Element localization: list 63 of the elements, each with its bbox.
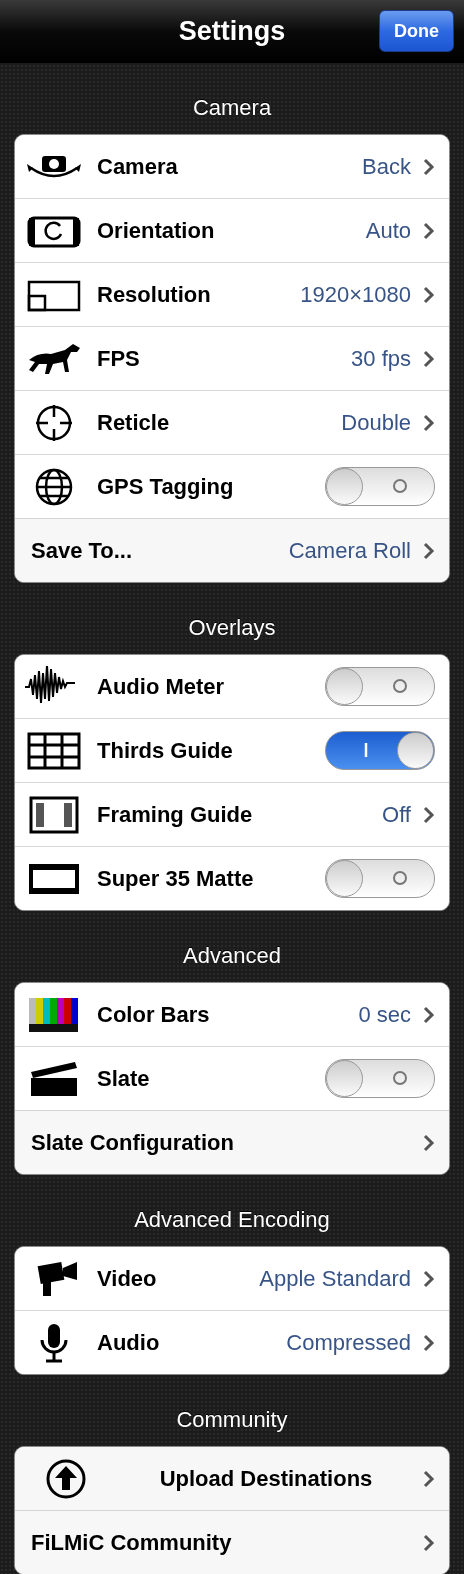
chevron-icon	[423, 1269, 435, 1288]
row-label: Upload Destinations	[158, 1465, 374, 1492]
section-header: Advanced Encoding	[133, 1206, 331, 1234]
settings-row[interactable]: Audio Compressed	[15, 1310, 449, 1374]
row-label: Color Bars	[97, 1001, 210, 1028]
chevron-icon	[423, 1533, 435, 1552]
chevron-icon	[423, 541, 435, 560]
row-value: Apple Standard	[259, 1265, 411, 1292]
row-value: Off	[382, 801, 411, 828]
row-label: Save To...	[31, 537, 133, 564]
section-header: Community	[175, 1406, 289, 1434]
settings-row[interactable]: Slate Configuration	[15, 1110, 449, 1174]
row-label: GPS Tagging	[97, 473, 234, 500]
row-value: Auto	[365, 217, 411, 244]
done-button[interactable]: Done	[379, 10, 454, 52]
chevron-icon	[423, 1469, 435, 1488]
settings-row[interactable]: FiLMiC Community	[15, 1510, 449, 1574]
row-value: 0 sec	[358, 1001, 411, 1028]
row-label: Orientation	[97, 217, 215, 244]
row-label: Resolution	[97, 281, 211, 308]
chevron-icon	[423, 349, 435, 368]
section-header: Overlays	[187, 614, 277, 642]
settings-row[interactable]: Upload Destinations	[15, 1447, 449, 1510]
settings-row[interactable]: Save To... Camera Roll	[15, 518, 449, 582]
section-header: Camera	[191, 94, 273, 122]
row-label: Super 35 Matte	[97, 865, 254, 892]
screen-title: Settings	[178, 15, 286, 47]
row-label: Thirds Guide	[97, 737, 233, 764]
toggle-switch[interactable]	[325, 859, 435, 898]
chevron-icon	[423, 413, 435, 432]
row-label: FiLMiC Community	[31, 1529, 232, 1556]
row-value: 1920×1080	[300, 281, 411, 308]
row-value: Back	[362, 153, 411, 180]
off-circle-icon	[392, 478, 408, 494]
toggle-switch[interactable]	[325, 731, 435, 770]
row-label: Framing Guide	[97, 801, 253, 828]
row-label: Slate Configuration	[31, 1129, 234, 1156]
row-value: Camera Roll	[288, 537, 411, 564]
chevron-icon	[423, 157, 435, 176]
off-circle-icon	[392, 1070, 408, 1086]
row-label: Reticle	[97, 409, 170, 436]
chevron-icon	[423, 805, 435, 824]
row-label: Camera	[97, 153, 178, 180]
chevron-icon	[423, 285, 435, 304]
row-value: 30 fps	[351, 345, 411, 372]
chevron-icon	[423, 1133, 435, 1152]
row-label: Slate	[97, 1065, 150, 1092]
section-header: Advanced	[182, 942, 282, 970]
off-circle-icon	[392, 678, 408, 694]
row-label: Audio Meter	[97, 673, 225, 700]
toggle-switch[interactable]	[325, 667, 435, 706]
row-label: Audio	[97, 1329, 160, 1356]
row-label: Video	[97, 1265, 157, 1292]
row-value: Double	[341, 409, 411, 436]
off-circle-icon	[392, 870, 408, 886]
chevron-icon	[423, 1333, 435, 1352]
toggle-switch[interactable]	[325, 1059, 435, 1098]
chevron-icon	[423, 1005, 435, 1024]
row-value: Compressed	[286, 1329, 411, 1356]
settings-row[interactable]: Super 35 Matte	[15, 846, 449, 910]
chevron-icon	[423, 221, 435, 240]
toggle-switch[interactable]	[325, 467, 435, 506]
row-label: FPS	[97, 345, 140, 372]
